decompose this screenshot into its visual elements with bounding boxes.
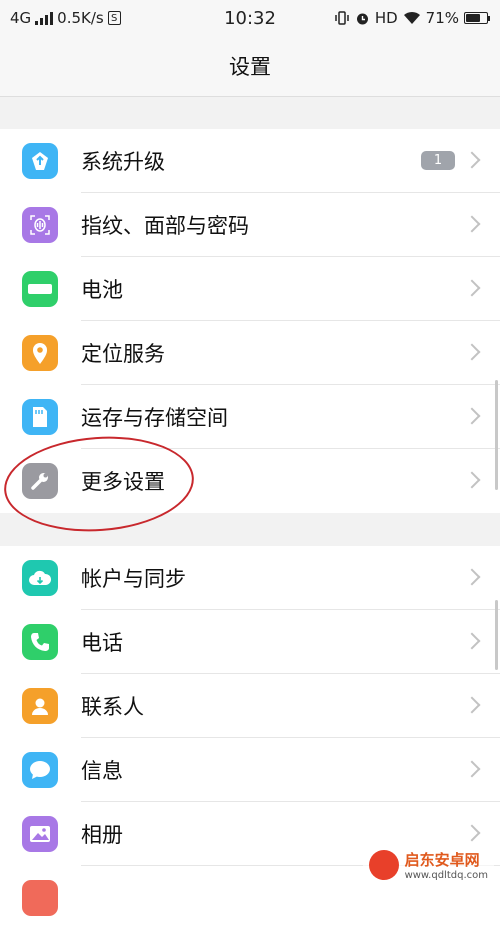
settings-item-system-update[interactable]: 系统升级 1 <box>0 129 500 193</box>
scrollbar[interactable] <box>495 380 498 490</box>
settings-item-messages[interactable]: 信息 <box>0 738 500 802</box>
settings-item-label: 系统升级 <box>81 150 165 174</box>
chevron-right-icon <box>463 696 481 714</box>
chevron-right-icon <box>463 568 481 586</box>
album-icon <box>22 816 58 852</box>
settings-item-contacts[interactable]: 联系人 <box>0 674 500 738</box>
signal-icon <box>35 11 54 25</box>
page-title-bar: 设置 <box>0 36 500 97</box>
settings-item-label: 更多设置 <box>81 470 165 494</box>
vibrate-icon <box>335 11 349 25</box>
settings-item-label: 帐户与同步 <box>81 567 186 591</box>
network-type: 4G <box>10 9 32 27</box>
scrollbar-secondary[interactable] <box>495 600 498 670</box>
status-bar: 4G 0.5K/s S 10:32 HD 71% <box>0 0 500 36</box>
settings-item-location[interactable]: 定位服务 <box>0 321 500 385</box>
settings-item-label: 电话 <box>81 631 123 655</box>
chevron-right-icon <box>463 279 481 297</box>
page-title: 设置 <box>229 55 271 79</box>
partial-icon <box>22 880 58 916</box>
watermark-url: www.qdltdq.com <box>404 870 488 881</box>
storage-icon <box>22 399 58 435</box>
message-icon <box>22 752 58 788</box>
settings-item-battery[interactable]: 电池 <box>0 257 500 321</box>
network-speed: 0.5K/s <box>57 9 104 27</box>
chevron-right-icon <box>463 343 481 361</box>
battery-percent: 71% <box>425 9 459 27</box>
settings-item-fingerprint[interactable]: 指纹、面部与密码 <box>0 193 500 257</box>
location-icon <box>22 335 58 371</box>
settings-group-system: 系统升级 1 指纹、面部与密码 电池 定位服务 运存与存储空间 更多设置 <box>0 129 500 513</box>
chevron-right-icon <box>463 215 481 233</box>
hd-label: HD <box>374 9 398 27</box>
phone-icon <box>22 624 58 660</box>
watermark-title: 启东安卓网 <box>404 851 480 869</box>
update-count-badge: 1 <box>421 151 455 170</box>
settings-item-account-sync[interactable]: 帐户与同步 <box>0 546 500 610</box>
settings-item-label: 定位服务 <box>81 342 165 366</box>
wifi-icon <box>403 11 420 24</box>
chevron-right-icon <box>463 760 481 778</box>
watermark-logo-icon <box>368 850 399 880</box>
chevron-right-icon <box>463 824 481 842</box>
settings-item-label: 相册 <box>81 823 123 847</box>
settings-item-storage[interactable]: 运存与存储空间 <box>0 385 500 449</box>
settings-item-label: 运存与存储空间 <box>81 406 228 430</box>
settings-item-phone[interactable]: 电话 <box>0 610 500 674</box>
settings-item-label: 联系人 <box>81 695 144 719</box>
battery-icon <box>22 271 58 307</box>
settings-item-label: 电池 <box>81 278 123 302</box>
wrench-icon <box>22 463 58 499</box>
settings-item-more-settings[interactable]: 更多设置 <box>0 449 500 513</box>
s-icon: S <box>107 11 121 25</box>
settings-item-label: 指纹、面部与密码 <box>81 214 249 238</box>
fingerprint-icon <box>22 207 58 243</box>
alarm-icon <box>356 13 368 24</box>
chevron-right-icon <box>463 471 481 489</box>
battery-icon <box>464 12 490 24</box>
cloud-sync-icon <box>22 560 58 596</box>
settings-item-label: 信息 <box>81 759 123 783</box>
contacts-icon <box>22 688 58 724</box>
system-update-icon <box>22 143 58 179</box>
chevron-right-icon <box>463 632 481 650</box>
site-watermark: 启东安卓网 www.qdltdq.com <box>362 847 494 883</box>
chevron-right-icon <box>463 151 481 169</box>
chevron-right-icon <box>463 407 481 425</box>
